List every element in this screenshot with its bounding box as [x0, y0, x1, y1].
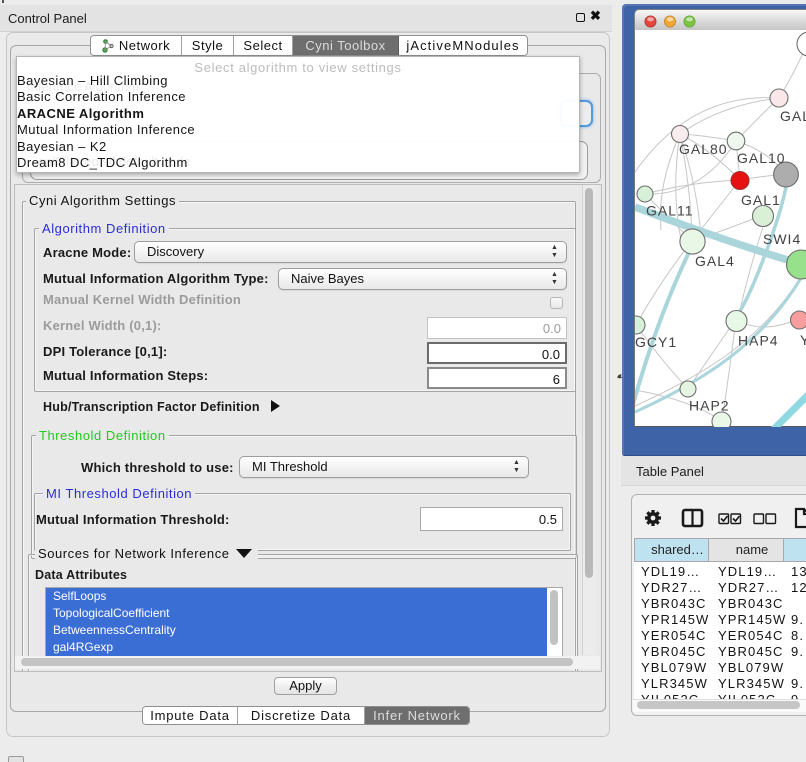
svg-text:SWI4: SWI4 [763, 231, 801, 247]
svg-text:HAP4: HAP4 [738, 333, 779, 349]
svg-text:GAL80: GAL80 [679, 141, 728, 157]
svg-text:YEL: YEL [800, 332, 806, 348]
svg-text:HAP2: HAP2 [689, 398, 730, 414]
svg-text:GAL1: GAL1 [741, 192, 781, 208]
svg-text:GAL11: GAL11 [646, 203, 694, 219]
svg-text:GAL4: GAL4 [695, 253, 735, 269]
svg-text:GCY1: GCY1 [635, 334, 677, 350]
svg-text:GAL7: GAL7 [780, 108, 806, 124]
svg-text:GAL10: GAL10 [737, 150, 786, 166]
